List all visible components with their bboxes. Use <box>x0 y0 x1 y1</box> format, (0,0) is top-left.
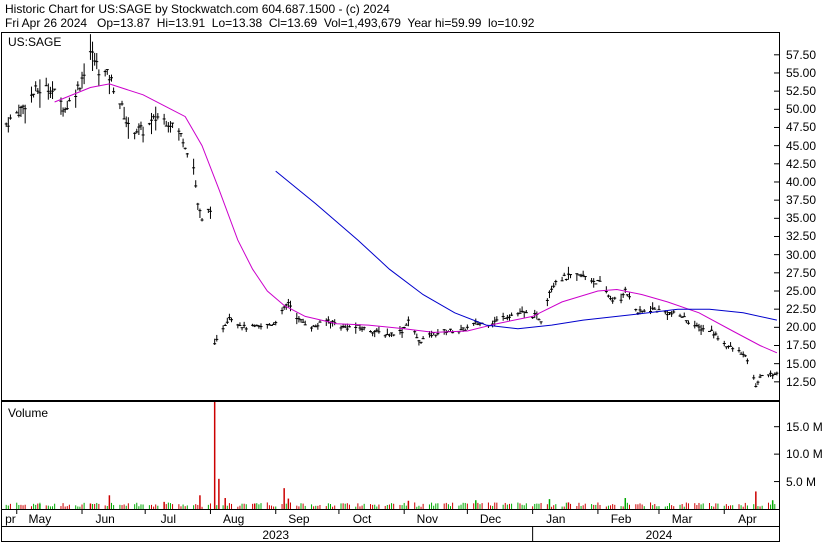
price-y-tick-label: 20.00 <box>786 320 817 335</box>
price-y-tick-label: 40.00 <box>786 174 817 189</box>
month-label: Mar <box>671 512 693 526</box>
price-panel-frame <box>1 32 780 401</box>
price-y-tick-label: 47.50 <box>786 120 817 135</box>
month-label: Apr <box>738 512 757 526</box>
moving-average-long-line <box>275 170 778 330</box>
month-label: Dec <box>479 512 502 526</box>
price-y-tick-label: 15.00 <box>786 356 817 371</box>
month-label: May <box>28 512 52 526</box>
month-label: Jul <box>160 512 177 526</box>
symbol-label: US:SAGE <box>8 35 62 49</box>
price-y-tick-label: 12.50 <box>786 374 817 389</box>
chart-header-quote: Fri Apr 26 2024 Op=13.87 Hi=13.91 Lo=13.… <box>5 16 535 30</box>
price-y-tick-label: 52.50 <box>786 84 817 99</box>
month-label: Feb <box>610 512 632 526</box>
volume-panel-frame <box>1 401 780 510</box>
month-label: Nov <box>416 512 439 526</box>
month-label: Oct <box>352 512 372 526</box>
price-y-tick-label: 37.50 <box>786 193 817 208</box>
price-y-tick-label: 55.00 <box>786 65 817 80</box>
price-y-tick-label: 42.50 <box>786 156 817 171</box>
price-y-tick-label: 22.50 <box>786 302 817 317</box>
price-y-tick-label: 50.00 <box>786 102 817 117</box>
price-y-tick-label: 27.50 <box>786 265 817 280</box>
month-label: Aug <box>222 512 245 526</box>
volume-title: Volume <box>8 406 49 420</box>
volume-y-tick-label: 10.0 M <box>786 447 823 462</box>
price-y-tick-label: 30.00 <box>786 247 817 262</box>
price-y-tick-label: 45.00 <box>786 138 817 153</box>
volume-y-tick-label: 15.0 M <box>786 419 823 434</box>
chart-header-title: Historic Chart for US:SAGE by Stockwatch… <box>5 2 390 16</box>
month-label: Sep <box>288 512 310 526</box>
year-label: 2024 <box>645 528 673 542</box>
stock-chart <box>1 32 780 542</box>
month-label: Jan <box>546 512 566 526</box>
price-y-tick-label: 35.00 <box>786 211 817 226</box>
volume-y-tick-label: 5.0 M <box>786 474 817 489</box>
axis-ticks <box>16 54 779 542</box>
year-label: 2023 <box>262 528 290 542</box>
month-label: Jun <box>95 512 115 526</box>
price-y-tick-label: 32.50 <box>786 229 817 244</box>
price-y-tick-label: 57.50 <box>786 47 817 62</box>
price-y-tick-label: 17.50 <box>786 338 817 353</box>
price-y-tick-label: 25.00 <box>786 283 817 298</box>
volume-bars <box>5 402 776 509</box>
